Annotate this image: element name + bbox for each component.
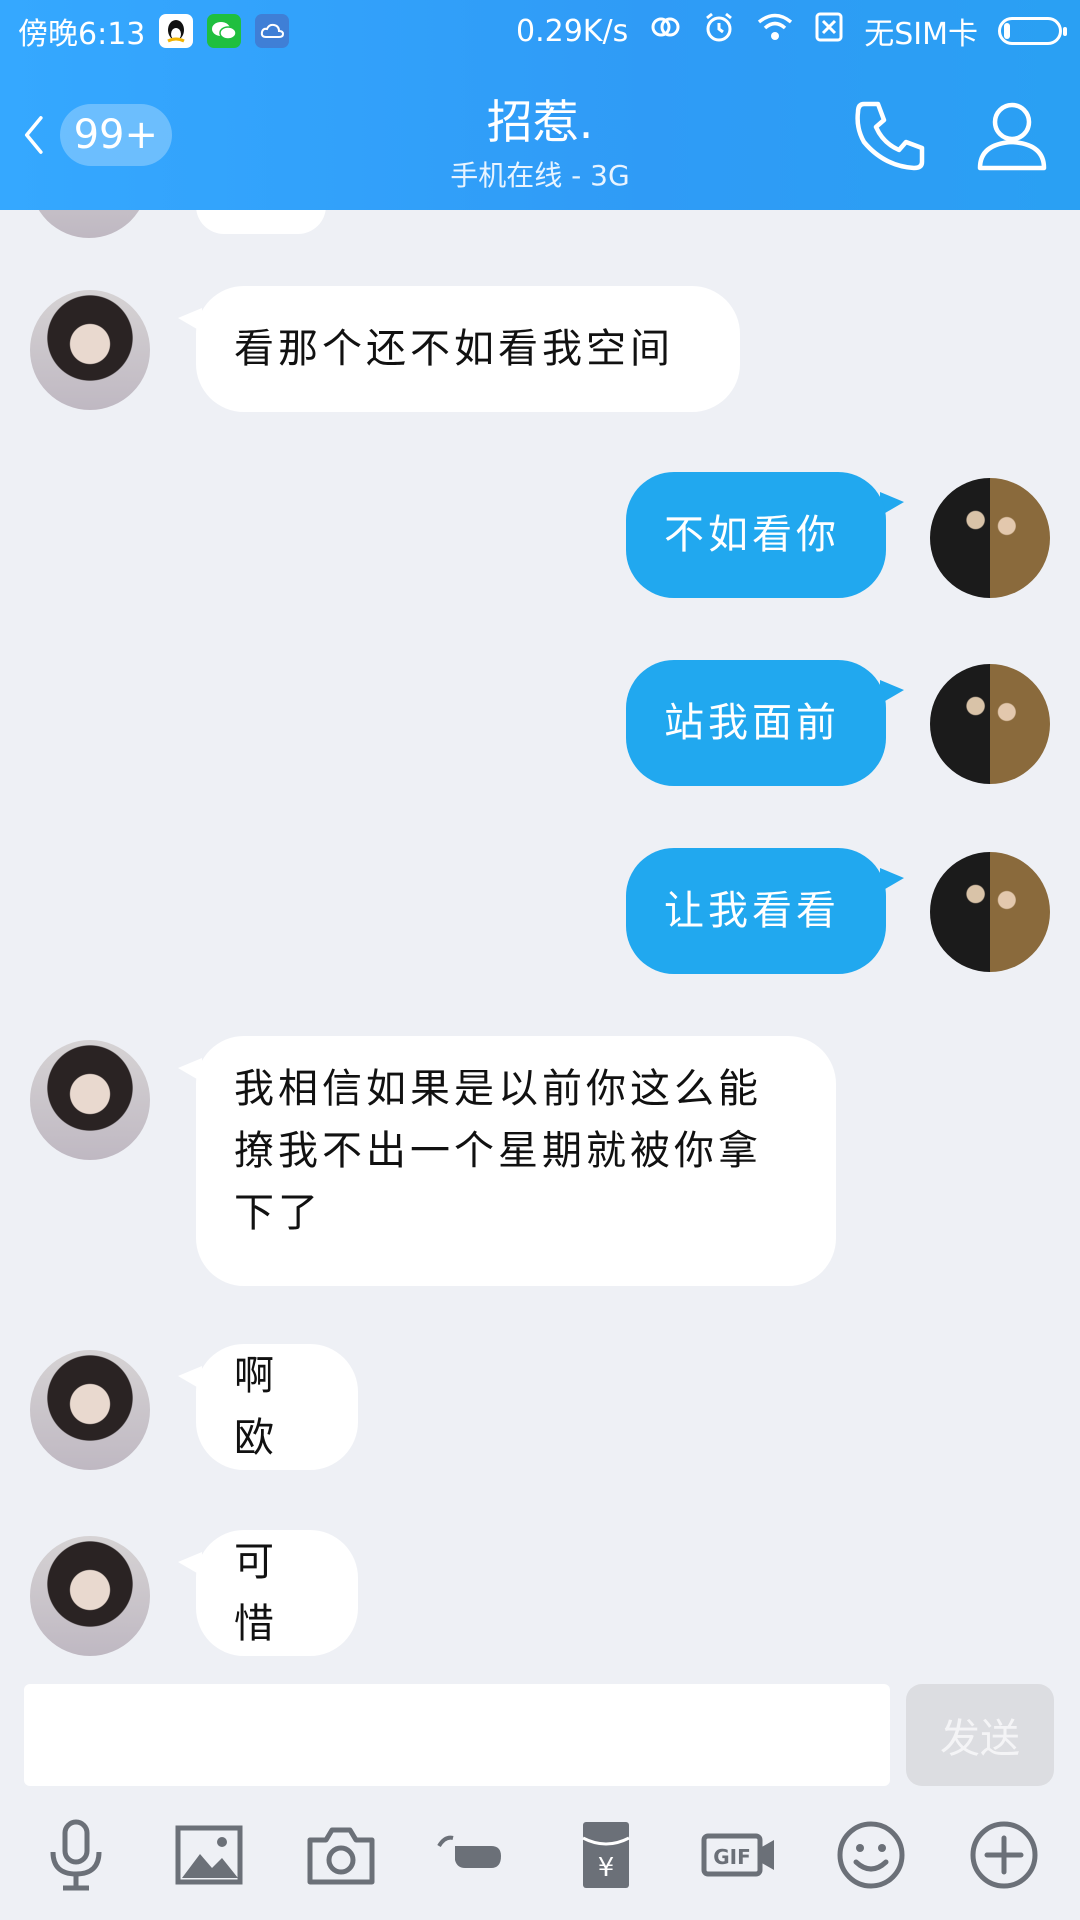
no-sim-icon	[814, 11, 844, 51]
chat-header: 99+ 招惹. 手机在线 - 3G	[0, 62, 1080, 210]
message-text: 不如看你	[664, 512, 840, 558]
sim-status: 无SIM卡	[864, 17, 978, 52]
input-toolbar: ¥ GIF	[0, 1790, 1080, 1920]
sync-icon	[648, 10, 682, 52]
message-text-line: 撩我不出一个星期就被你拿	[234, 1128, 762, 1174]
contact-profile-button[interactable]	[972, 96, 1052, 176]
gif-label: GIF	[713, 1845, 751, 1869]
contact-avatar[interactable]	[30, 290, 150, 410]
status-bar: 傍晚6:13 0.29K/s 无SIM卡	[0, 0, 1080, 62]
my-avatar[interactable]	[930, 664, 1050, 784]
message-input[interactable]	[24, 1684, 890, 1786]
input-bar: 发送	[0, 1680, 1080, 1790]
image-icon	[175, 1825, 243, 1885]
poke-button[interactable]	[432, 1813, 516, 1897]
top-bar: 傍晚6:13 0.29K/s 无SIM卡 99+ 招惹. 手机在线 - 3G	[0, 0, 1080, 210]
contact-avatar[interactable]	[30, 1040, 150, 1160]
message-bubble[interactable]: 啊欧	[196, 1344, 358, 1470]
voice-button[interactable]	[34, 1813, 118, 1897]
contact-avatar[interactable]	[30, 1536, 150, 1656]
wechat-notification-icon	[207, 14, 242, 48]
my-avatar[interactable]	[930, 478, 1050, 598]
photo-button[interactable]	[167, 1813, 251, 1897]
message-text: 啊欧	[234, 1353, 278, 1461]
message-bubble[interactable]: 不如看你	[626, 472, 886, 598]
message-text-line: 我相信如果是以前你这么能	[234, 1066, 762, 1112]
message-bubble[interactable]: 看那个还不如看我空间	[196, 286, 740, 412]
alarm-icon	[702, 10, 736, 52]
partial-message-bubble	[196, 210, 326, 234]
more-button[interactable]	[962, 1813, 1046, 1897]
microphone-icon	[50, 1819, 102, 1891]
status-left: 傍晚6:13	[18, 9, 290, 53]
camera-icon	[307, 1827, 375, 1885]
camera-button[interactable]	[299, 1813, 383, 1897]
gif-button[interactable]: GIF	[697, 1813, 781, 1897]
emoji-button[interactable]	[829, 1813, 913, 1897]
phone-icon	[855, 101, 925, 171]
message-bubble[interactable]: 站我面前	[626, 660, 886, 786]
message-text-line: 下了	[234, 1190, 322, 1236]
avatar[interactable]	[30, 210, 148, 238]
message-bubble[interactable]: 让我看看	[626, 848, 886, 974]
contact-avatar[interactable]	[30, 1350, 150, 1470]
message-text: 让我看看	[664, 888, 840, 934]
message-bubble[interactable]: 我相信如果是以前你这么能 撩我不出一个星期就被你拿 下了	[196, 1036, 836, 1286]
gif-icon: GIF	[701, 1833, 774, 1877]
message-text: 站我面前	[664, 700, 840, 746]
message-text: 可惜	[234, 1539, 278, 1647]
poke-icon	[437, 1835, 501, 1868]
red-packet-button[interactable]: ¥	[564, 1813, 648, 1897]
qq-notification-icon	[159, 14, 194, 48]
message-list[interactable]: 看那个还不如看我空间 不如看你 站我面前 让我看看 我相信如果是以前你这么能 撩…	[0, 210, 1080, 1680]
network-speed: 0.29K/s	[516, 13, 629, 49]
cloud-notification-icon	[255, 14, 290, 48]
battery-icon	[998, 17, 1067, 45]
send-button[interactable]: 发送	[906, 1684, 1054, 1786]
call-button[interactable]	[850, 96, 930, 176]
status-right: 0.29K/s 无SIM卡	[516, 9, 1067, 53]
my-avatar[interactable]	[930, 852, 1050, 972]
red-packet-icon: ¥	[582, 1822, 630, 1888]
svg-text:¥: ¥	[598, 1853, 615, 1883]
message-bubble[interactable]: 可惜	[196, 1530, 358, 1656]
message-text: 看那个还不如看我空间	[234, 326, 674, 372]
user-icon	[977, 102, 1047, 171]
plus-icon	[970, 1821, 1038, 1889]
emoji-icon	[837, 1821, 905, 1889]
wifi-icon	[756, 12, 794, 50]
status-time: 傍晚6:13	[18, 17, 146, 52]
